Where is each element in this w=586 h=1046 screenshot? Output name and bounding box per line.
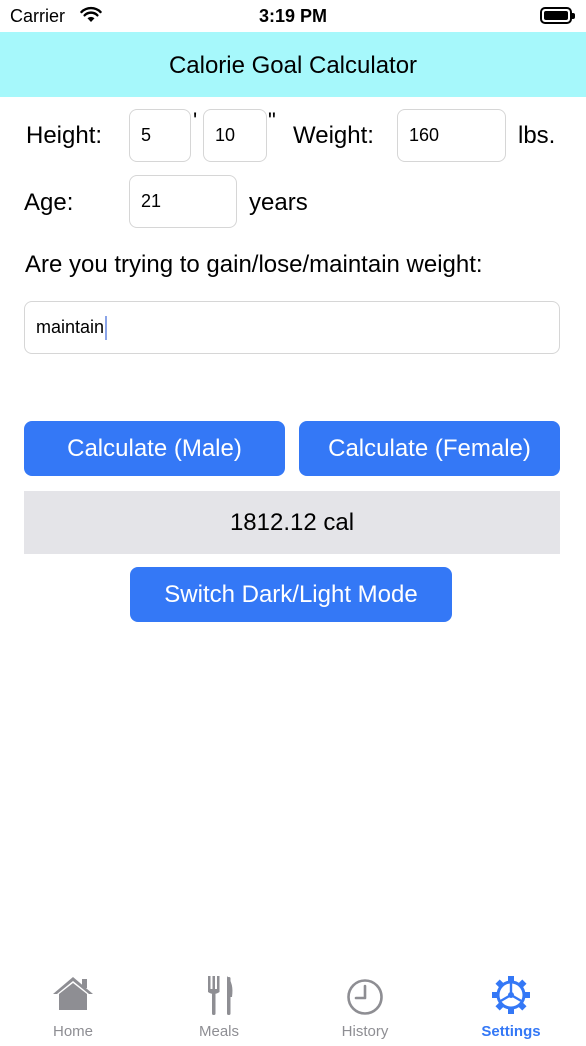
weight-unit-label: lbs. — [518, 122, 556, 149]
tab-settings-label: Settings — [481, 1023, 541, 1040]
calculate-male-button[interactable]: Calculate (Male) — [24, 421, 285, 476]
age-input[interactable]: 21 — [129, 175, 237, 228]
status-bar: Carrier 3:19 PM — [0, 0, 586, 32]
battery-icon — [540, 7, 575, 24]
age-label: Age: — [24, 189, 74, 216]
nav-header: Calorie Goal Calculator — [0, 32, 586, 97]
goal-question-label: Are you trying to gain/lose/maintain wei… — [25, 251, 483, 278]
tab-meals-label: Meals — [198, 1023, 239, 1040]
toggle-dark-mode-button[interactable]: Switch Dark/Light Mode — [130, 567, 452, 622]
tab-history[interactable]: History — [292, 963, 438, 1046]
inches-mark: " — [268, 108, 276, 133]
feet-mark: ' — [193, 108, 198, 133]
weight-input[interactable]: 160 — [397, 109, 506, 162]
text-cursor — [105, 315, 108, 340]
status-time: 3:19 PM — [258, 6, 328, 26]
tab-settings[interactable]: Settings — [438, 963, 584, 1046]
gear-icon — [438, 973, 584, 1017]
goal-input-text: maintain — [36, 317, 105, 337]
height-feet-input[interactable]: 5 — [129, 109, 191, 162]
tab-meals[interactable]: Meals — [146, 963, 292, 1046]
tab-home[interactable]: Home — [0, 963, 146, 1046]
tab-history-label: History — [341, 1023, 389, 1040]
height-inches-input[interactable]: 10 — [203, 109, 267, 162]
fork-knife-icon — [146, 973, 292, 1017]
weight-label: Weight: — [293, 122, 374, 149]
age-unit-label: years — [249, 189, 308, 216]
height-label: Height: — [26, 122, 103, 149]
goal-input[interactable]: maintain — [24, 301, 560, 354]
tab-home-label: Home — [52, 1023, 93, 1040]
house-icon — [0, 973, 146, 1017]
clock-icon — [292, 973, 438, 1017]
page-title: Calorie Goal Calculator — [168, 52, 418, 79]
tab-bar: Home Meals History Settings — [0, 963, 586, 1046]
calorie-result: 1812.12 cal — [24, 491, 560, 554]
calculate-female-button[interactable]: Calculate (Female) — [299, 421, 560, 476]
